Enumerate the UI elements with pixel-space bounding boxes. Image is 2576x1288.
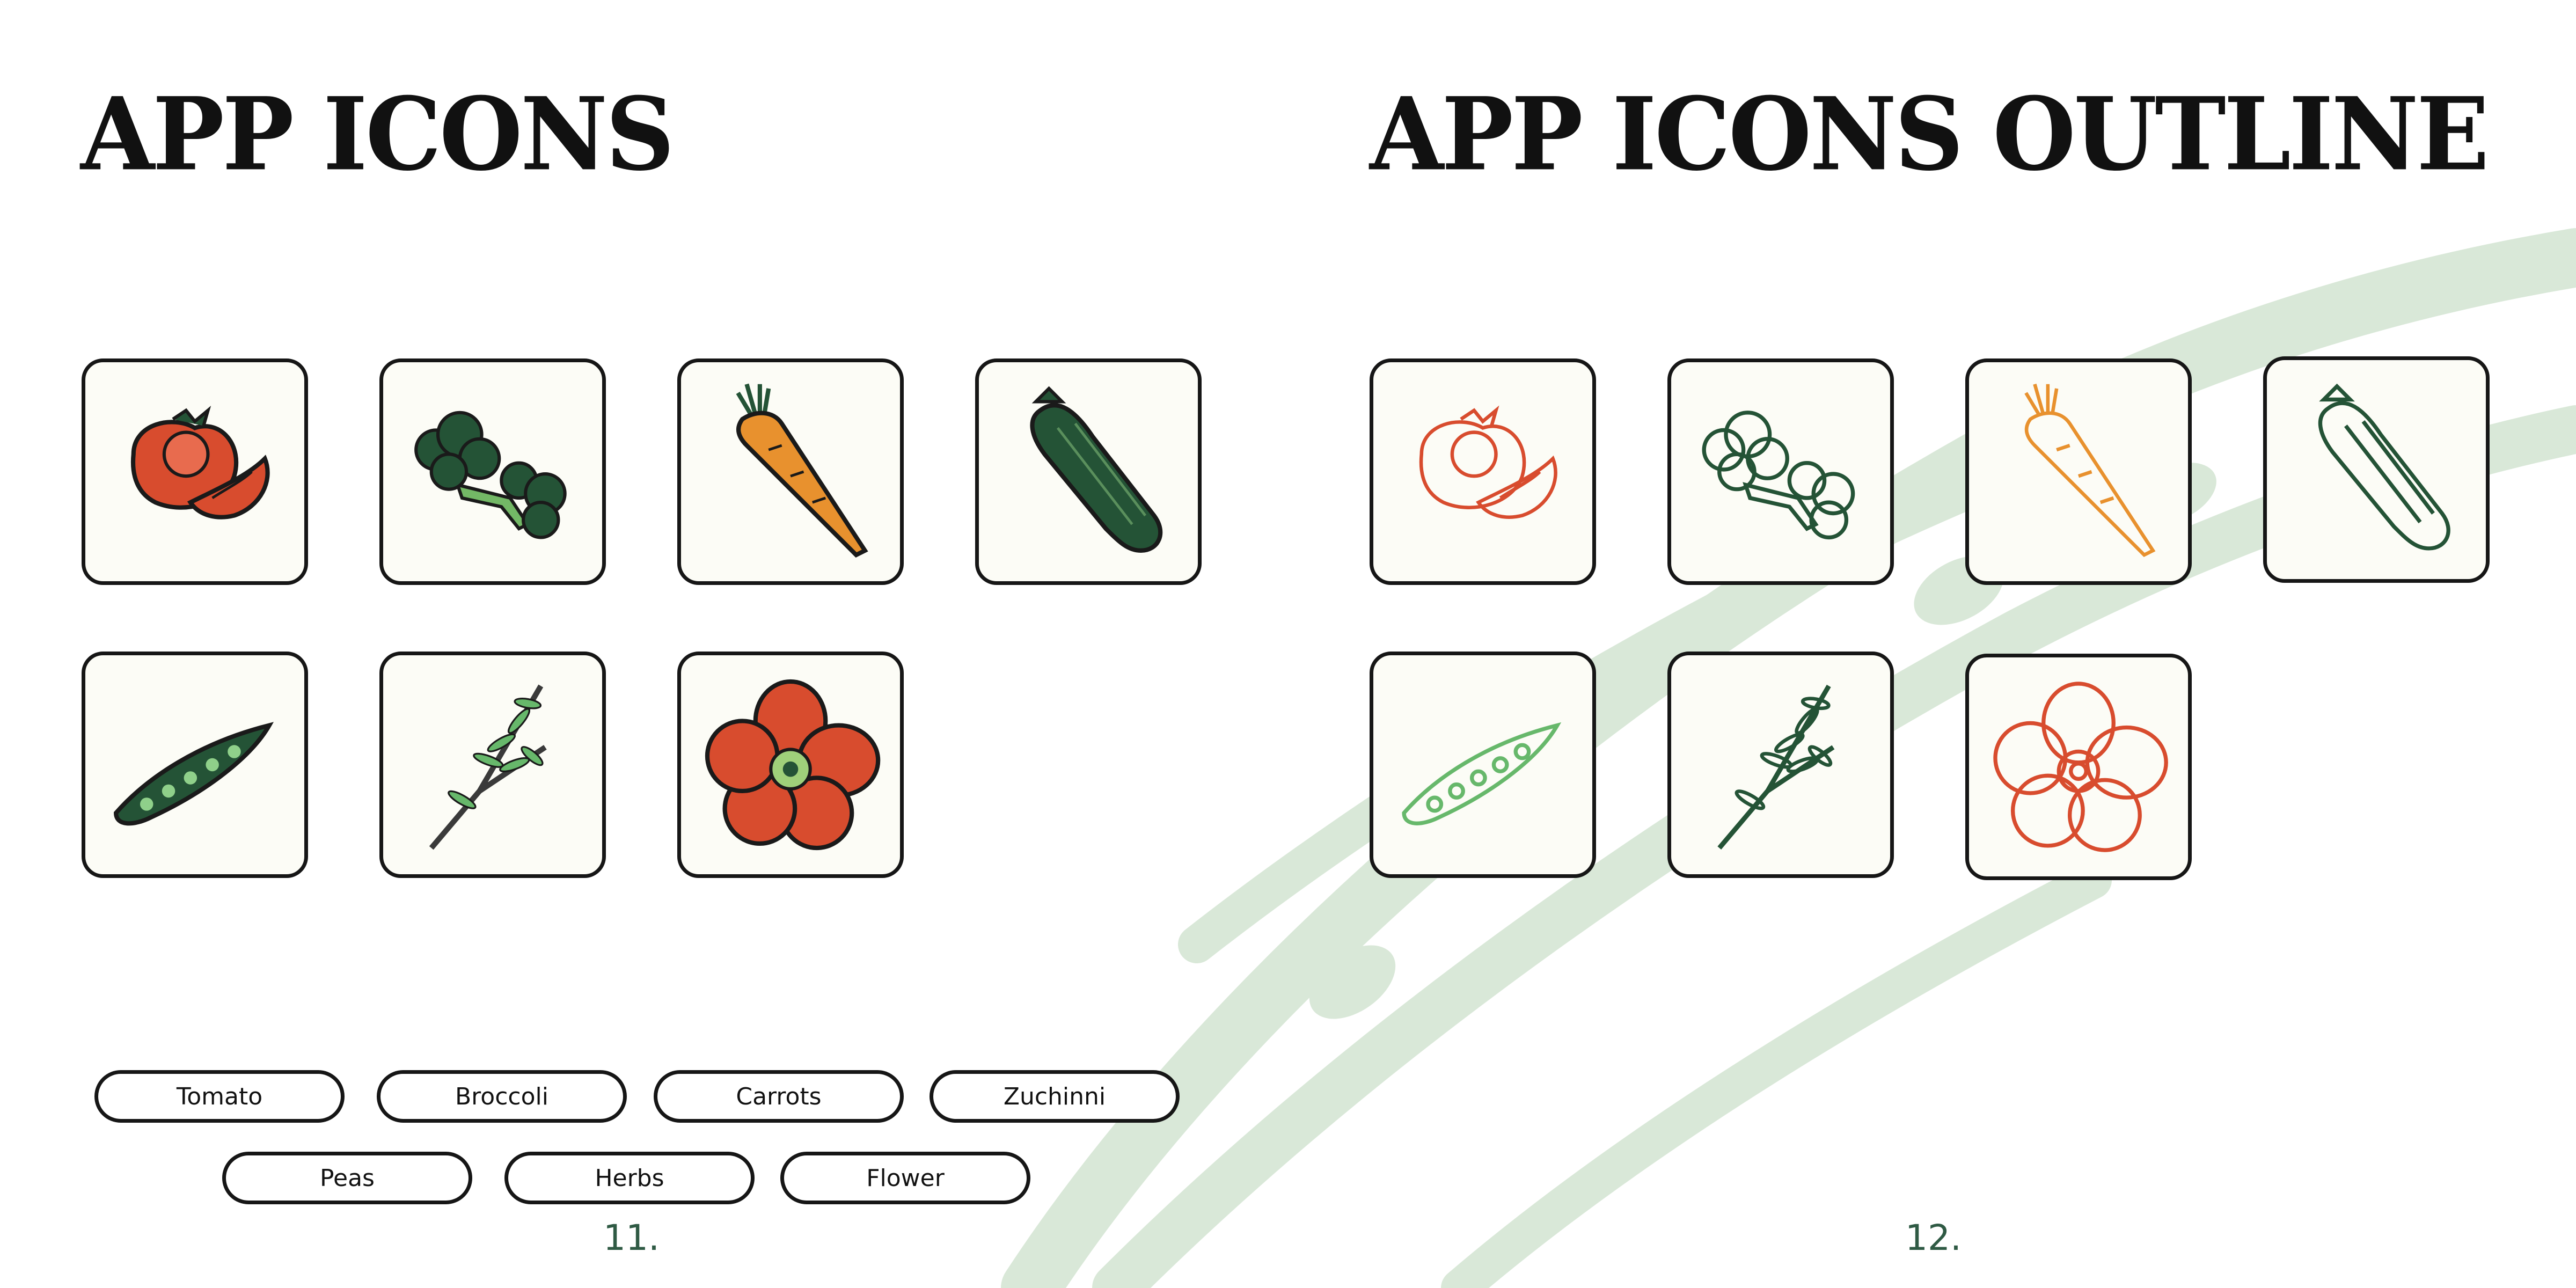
label-pill-peas[interactable]: Peas	[222, 1152, 472, 1204]
app-tile-carrot[interactable]	[677, 358, 904, 585]
page-title-app-icons-outline: APP ICONS OUTLINE	[1370, 75, 2490, 193]
label-pill-broccoli[interactable]: Broccoli	[377, 1070, 627, 1123]
page-number-left: 11.	[603, 1217, 660, 1258]
app-tile-peas[interactable]	[82, 652, 308, 878]
flower-icon	[705, 679, 881, 851]
app-tile-herbs-outline[interactable]	[1667, 652, 1894, 878]
label-pill-herbs[interactable]: Herbs	[504, 1152, 755, 1204]
tomato-icon	[130, 406, 270, 519]
broccoli-icon	[414, 411, 567, 539]
app-tile-peas-outline[interactable]	[1370, 652, 1596, 878]
app-tile-broccoli[interactable]	[379, 358, 606, 585]
page-number-right: 12.	[1905, 1217, 1962, 1258]
app-tile-zucchini[interactable]	[975, 358, 1202, 585]
label-pill-flower[interactable]: Flower	[780, 1152, 1030, 1204]
herbs-outline-icon	[1717, 684, 1835, 850]
zucchini-outline-icon	[2318, 383, 2450, 551]
app-tile-carrot-outline[interactable]	[1965, 358, 2192, 585]
label-pill-zuchinni[interactable]: Zuchinni	[930, 1070, 1180, 1123]
zucchini-icon	[1030, 386, 1163, 553]
tomato-outline-icon	[1419, 405, 1557, 519]
peas-icon	[114, 722, 274, 826]
label-pill-carrots[interactable]: Carrots	[654, 1070, 904, 1123]
app-tile-tomato-outline[interactable]	[1370, 358, 1596, 585]
app-tile-flower[interactable]	[677, 652, 904, 878]
app-tile-tomato[interactable]	[82, 358, 308, 585]
page-title-app-icons: APP ICONS	[80, 75, 675, 193]
app-tile-herbs[interactable]	[379, 652, 606, 878]
carrot-outline-icon	[2024, 383, 2156, 558]
peas-outline-icon	[1402, 722, 1562, 825]
flower-outline-icon	[1993, 682, 2168, 852]
app-tile-flower-outline[interactable]	[1965, 654, 2192, 880]
label-pill-tomato[interactable]: Tomato	[94, 1070, 345, 1123]
app-tile-broccoli-outline[interactable]	[1667, 358, 1894, 585]
carrot-icon	[736, 383, 868, 558]
herbs-icon	[429, 684, 547, 850]
broccoli-outline-icon	[1702, 411, 1855, 540]
app-tile-zucchini-outline[interactable]	[2263, 356, 2490, 583]
